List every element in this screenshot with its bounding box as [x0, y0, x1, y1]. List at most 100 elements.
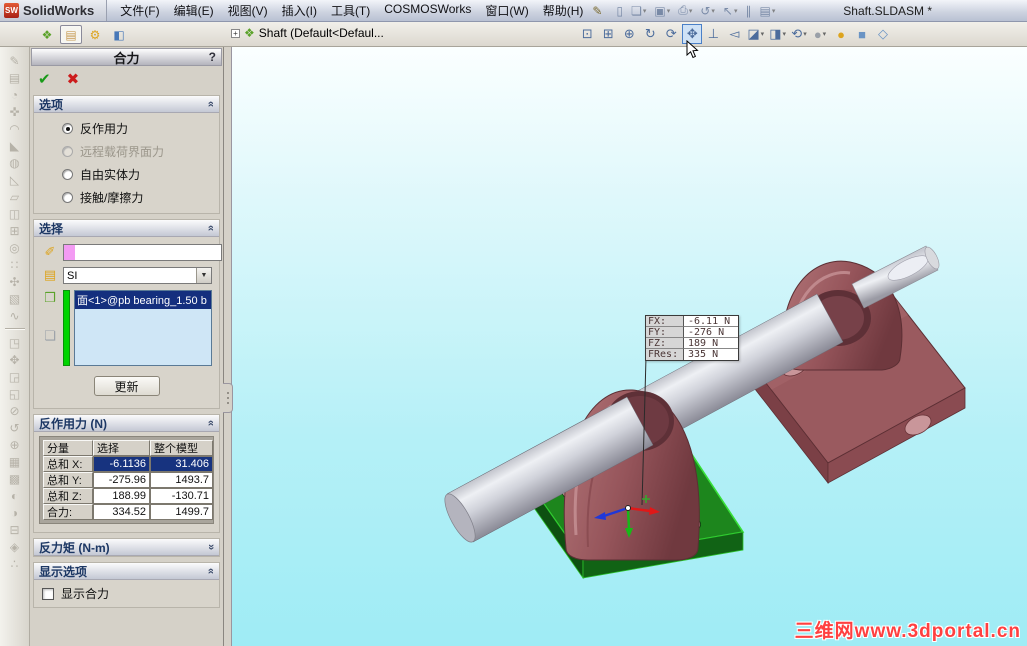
zoom-in-out-icon[interactable]: ⊕ ▾ [619, 24, 639, 44]
tab-propertymanager[interactable]: ▤ [60, 25, 82, 44]
chamfer-icon[interactable]: ◣ [4, 137, 26, 154]
menu-item[interactable]: 窗口(W) [478, 0, 535, 21]
zoom-fit-icon[interactable]: ⊡ ▾ [577, 24, 597, 44]
previous-view-icon[interactable]: ◅ ▾ [724, 24, 744, 44]
dropdown-caret[interactable]: ▾ [689, 7, 693, 15]
extrude-icon[interactable]: ▤ [4, 69, 26, 86]
selection-value-cell[interactable]: 188.99 [93, 488, 150, 504]
reaction-group-header[interactable]: 反作用力 (N) » [34, 415, 219, 432]
mate-icon[interactable]: ✥ [4, 351, 26, 368]
panel-divider[interactable] [224, 47, 232, 646]
graphics-viewport[interactable]: FX: -6.11 N FY: -276 N FZ: 189 N FRes: 3… [232, 47, 1027, 646]
whole-model-value-cell[interactable]: 1493.7 [150, 472, 213, 488]
menu-item[interactable]: COSMOSWorks [377, 0, 478, 21]
display-group-header[interactable]: 显示选项 » [34, 563, 219, 580]
attachment-icon[interactable]: ∥ ▾ [741, 3, 755, 19]
shell-icon[interactable]: ◍ [4, 154, 26, 171]
radio-option[interactable]: 远程载荷界面力 [36, 140, 217, 163]
simulation-icon[interactable]: ∴ [4, 555, 26, 572]
selection-value-cell[interactable]: -6.1136 [93, 456, 150, 472]
dropdown-caret[interactable]: ▾ [823, 30, 827, 38]
pattern-icon[interactable]: ⊞ [4, 222, 26, 239]
hide-component-icon[interactable]: ◲ [4, 368, 26, 385]
selection-value-cell[interactable]: 334.52 [93, 504, 150, 520]
menu-item[interactable]: 工具(T) [324, 0, 377, 21]
curve-icon[interactable]: ∿ [4, 307, 26, 324]
draft-icon[interactable]: ◺ [4, 171, 26, 188]
combo-dropdown-button[interactable]: ▼ [196, 268, 211, 283]
dots-icon[interactable]: ∷ [4, 256, 26, 273]
roll-view-icon[interactable]: ⟳ ▾ [661, 24, 681, 44]
no-external-ref-icon[interactable]: ⊘ [4, 402, 26, 419]
tab-configurationmanager[interactable]: ⚙ [84, 25, 106, 44]
collapse-chevron-icon[interactable]: » [205, 101, 217, 107]
collapse-chevron-icon[interactable]: » [205, 420, 217, 426]
section-view-icon[interactable]: ◪ ▾ [745, 24, 766, 44]
fillet-icon[interactable]: ◠ [4, 120, 26, 137]
expand-chevron-icon[interactable]: » [205, 544, 217, 550]
radio-option[interactable]: 反作用力 [36, 117, 217, 140]
whole-model-value-cell[interactable]: 1499.7 [150, 504, 213, 520]
perspective-icon[interactable]: ◇ ▾ [873, 24, 893, 44]
options-icon[interactable]: ▤ ▾ [755, 3, 779, 19]
menu-item[interactable]: 插入(I) [275, 0, 324, 21]
moment-group-header[interactable]: 反力矩 (N-m) » [34, 539, 219, 556]
gear-icon[interactable]: ✣ [4, 273, 26, 290]
dropdown-caret[interactable]: ▾ [803, 30, 807, 38]
revolve-icon[interactable]: ◔ [4, 86, 26, 103]
dropdown-caret[interactable]: ▾ [711, 7, 715, 15]
whole-model-value-cell[interactable]: 31.406 [150, 456, 213, 472]
sketch-icon[interactable]: ✎ [4, 52, 26, 69]
dropdown-caret[interactable]: ▾ [761, 30, 765, 38]
collapse-chevron-icon[interactable]: » [205, 568, 217, 574]
help-button[interactable]: ? [209, 50, 216, 64]
dropdown-caret[interactable]: ▾ [782, 30, 786, 38]
whole-model-value-cell[interactable]: -130.71 [150, 488, 213, 504]
dropdown-caret[interactable]: ▾ [667, 7, 671, 15]
interference-icon[interactable]: ◐ [4, 487, 26, 504]
tree-expander[interactable]: + [231, 28, 240, 38]
entity-input[interactable] [75, 245, 221, 260]
edit-component-icon[interactable]: ◱ [4, 385, 26, 402]
mirror-icon[interactable]: ◫ [4, 205, 26, 222]
radio-option[interactable]: 接触/摩擦力 [36, 186, 217, 209]
tab-dimxpert[interactable]: ◧ [108, 25, 130, 44]
select-icon[interactable]: ↖ ▾ [719, 3, 742, 19]
open-icon[interactable]: ❏ ▾ [627, 3, 650, 19]
menu-item[interactable]: 视图(V) [221, 0, 275, 21]
update-button[interactable]: 更新 [93, 376, 160, 396]
undo-icon[interactable]: ↺ ▾ [696, 3, 719, 19]
clearance-icon[interactable]: ◑ [4, 504, 26, 521]
assembly-feature-icon[interactable]: ⊟ [4, 521, 26, 538]
surface-icon[interactable]: ▧ [4, 290, 26, 307]
rotate-view-icon[interactable]: ↻ ▾ [640, 24, 660, 44]
panel-divider-grip[interactable] [223, 383, 233, 413]
units-combobox[interactable]: SI ▼ [63, 267, 212, 284]
selection-listbox[interactable]: 面<1>@pb bearing_1.50 b [74, 290, 212, 366]
move-icon[interactable]: ✜ [4, 103, 26, 120]
hole-icon[interactable]: ◎ [4, 239, 26, 256]
dropdown-caret[interactable]: ▾ [734, 7, 738, 15]
normal-to-icon[interactable]: ⊥ ▾ [703, 24, 723, 44]
insert-component-icon[interactable]: ◳ [4, 334, 26, 351]
rib-icon[interactable]: ▱ [4, 188, 26, 205]
rotate-component-icon[interactable]: ↺ [4, 419, 26, 436]
menu-item[interactable]: 编辑(E) [167, 0, 221, 21]
tab-featuremanager[interactable]: ❖ [36, 25, 58, 44]
save-icon[interactable]: ▣ ▾ [650, 3, 674, 19]
options-group-header[interactable]: 选项 » [34, 96, 219, 113]
view-orientation-icon[interactable]: ⟲ ▾ [789, 24, 809, 44]
display-style-icon[interactable]: ◨ ▾ [767, 24, 788, 44]
selection-value-cell[interactable]: -275.96 [93, 472, 150, 488]
shadows-icon[interactable]: ■ ▾ [852, 24, 872, 44]
menu-item[interactable]: 帮助(H) [536, 0, 591, 21]
new-document-icon[interactable]: ▯ ▾ [612, 3, 627, 19]
explode-line-icon[interactable]: ▩ [4, 470, 26, 487]
dropdown-caret[interactable]: ▾ [772, 7, 776, 15]
zoom-area-icon[interactable]: ⊞ ▾ [598, 24, 618, 44]
shaded-icon[interactable]: ● ▾ [831, 24, 851, 44]
belt-chain-icon[interactable]: ◈ [4, 538, 26, 555]
collapse-chevron-icon[interactable]: » [205, 225, 217, 231]
entity-field[interactable] [63, 244, 222, 261]
print-icon[interactable]: ⎙ ▾ [674, 2, 696, 19]
